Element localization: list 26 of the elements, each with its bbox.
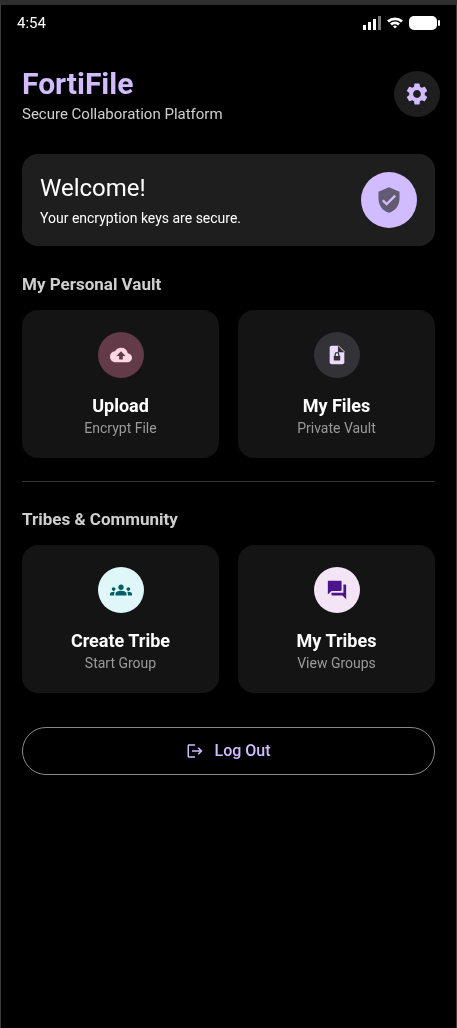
card-subtitle: Private Vault [297,418,376,437]
section-title: Tribes & Community [22,508,179,530]
wifi-icon [387,17,403,29]
action-card[interactable]: My Files Private Vault [238,310,435,458]
action-card[interactable]: Upload Encrypt File [22,310,219,458]
welcome-message: Your encryption keys are secure. [40,209,242,227]
settings-button[interactable] [394,71,440,117]
action-card[interactable]: Create Tribe Start Group [22,545,219,693]
card-subtitle: Encrypt File [84,418,157,437]
card-subtitle: View Groups [297,653,376,672]
app-subtitle: Secure Collaboration Platform [22,104,223,124]
action-card[interactable]: My Tribes View Groups [238,545,435,693]
logout-icon [186,742,205,760]
settings-icon [404,81,430,107]
card-title: My Files [302,394,371,417]
section-title: My Personal Vault [22,273,163,295]
welcome-title: Welcome! [40,173,147,203]
app-title: FortiFile [22,66,135,102]
card-title: Upload [92,394,149,417]
card-title: Create Tribe [70,629,171,652]
signal-icon [363,16,381,30]
battery-icon [409,16,440,30]
status-time: 4:54 [17,12,46,34]
chat-icon [325,578,348,601]
card-title: My Tribes [296,629,377,652]
card-subtitle: Start Group [84,653,157,672]
